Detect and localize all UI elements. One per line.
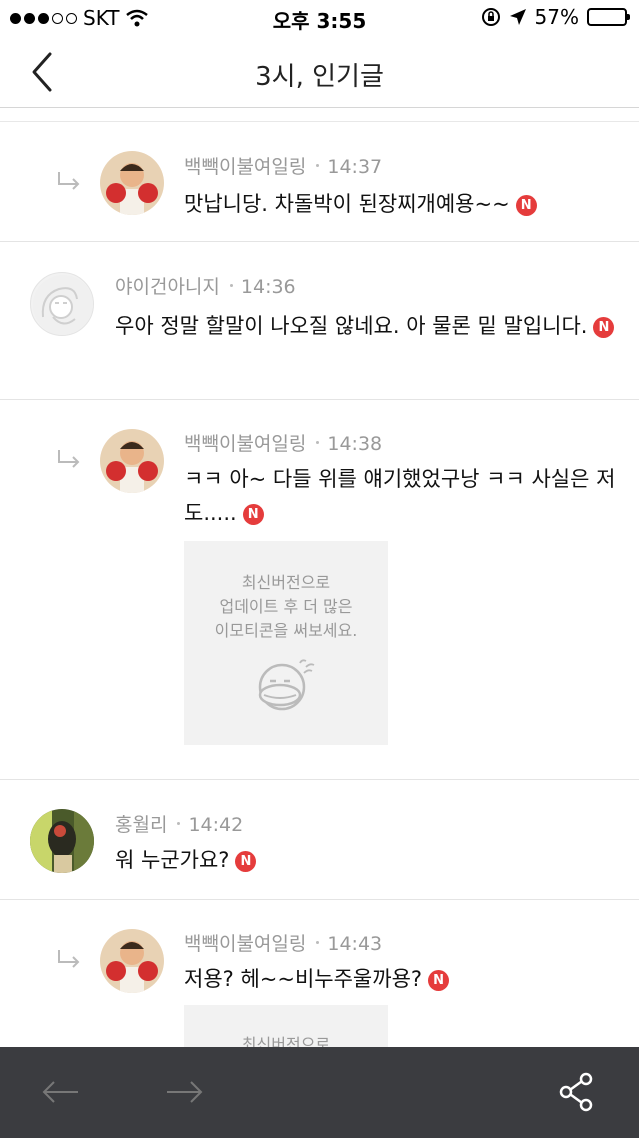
new-badge: N — [242, 504, 264, 525]
comment-text: 맛납니당. 차돌박이 된장찌개예용~~ — [184, 192, 510, 216]
nav-header: 3시, 인기글 — [0, 36, 639, 108]
avatar[interactable] — [100, 929, 164, 993]
emoticon-update-notice: 최신버전으로 업데이트 후 더 많은 이모티콘을 써보세요. — [184, 571, 388, 643]
arrow-left-icon — [42, 1081, 78, 1103]
comment-meta: 야이건아니지 14:36 — [115, 272, 296, 299]
comment-body: ㅋㅋ 아~ 다들 위를 얘기했었구낭 ㅋㅋ 사실은 저도..... N — [184, 462, 617, 530]
bottom-toolbar — [0, 1047, 639, 1138]
emoticon-notice-line: 최신버전으로 — [241, 573, 331, 592]
comment-author[interactable]: 홍월리 — [115, 814, 167, 836]
location-arrow-icon — [509, 9, 526, 25]
new-badge: N — [235, 851, 257, 872]
comment-text: 우아 정말 할말이 나오질 않네요. 아 물론 밑 말입니다. — [115, 314, 588, 338]
back-nav-button[interactable] — [40, 1075, 80, 1109]
default-face-avatar-icon — [33, 275, 93, 335]
status-bar: SKT 오후 3:55 57% — [0, 0, 639, 36]
comment-time: 14:36 — [240, 276, 296, 298]
emoticon-notice-line: 이모티콘을 써보세요. — [214, 621, 358, 640]
comment-author[interactable]: 백빽이불여일링 — [184, 156, 306, 178]
emoticon-notice-line: 최신버전으로 — [241, 1035, 331, 1047]
forward-nav-button[interactable] — [165, 1075, 205, 1109]
comment-author[interactable]: 백빽이불여일링 — [184, 933, 306, 955]
battery-percent: 57% — [534, 5, 579, 29]
emoticon-notice-line: 업데이트 후 더 많은 — [219, 597, 353, 616]
share-button[interactable] — [556, 1071, 598, 1113]
comment-author[interactable]: 야이건아니지 — [115, 276, 220, 298]
boxer-avatar-icon — [100, 929, 164, 993]
avatar[interactable] — [100, 429, 164, 493]
comment-item[interactable]: 백빽이불여일링 14:43 저용? 헤~~비누주울까용? N 최신버전으로 — [0, 900, 639, 1047]
emoticon-placeholder[interactable]: 최신버전으로 — [184, 1005, 388, 1047]
list-top-divider — [0, 109, 639, 122]
avatar[interactable] — [100, 151, 164, 215]
comment-item[interactable]: 백빽이불여일링 14:37 맛납니당. 차돌박이 된장찌개예용~~ N — [0, 122, 639, 242]
comment-body: 맛납니당. 차돌박이 된장찌개예용~~ N — [184, 187, 617, 221]
comment-text: 저용? 헤~~비누주울까용? — [184, 967, 423, 991]
boxer-avatar-icon — [100, 151, 164, 215]
comment-meta: 홍월리 14:42 — [115, 810, 243, 837]
avatar[interactable] — [30, 809, 94, 873]
comment-time: 14:43 — [327, 933, 383, 955]
duck-face-icon — [258, 659, 315, 711]
comment-meta: 백빽이불여일링 14:37 — [184, 152, 382, 179]
boxer-avatar-icon — [100, 429, 164, 493]
comment-item[interactable]: 홍월리 14:42 워 누군가요? N — [0, 780, 639, 900]
comment-text: 워 누군가요? — [115, 848, 230, 872]
reply-arrow-icon — [58, 450, 80, 468]
new-badge: N — [515, 195, 537, 216]
comment-time: 14:38 — [327, 433, 383, 455]
new-badge: N — [593, 317, 615, 338]
emoticon-placeholder[interactable]: 최신버전으로 업데이트 후 더 많은 이모티콘을 써보세요. — [184, 541, 388, 745]
battery-icon — [587, 8, 630, 26]
comment-author[interactable]: 백빽이불여일링 — [184, 433, 306, 455]
new-badge: N — [428, 970, 450, 991]
page-title: 3시, 인기글 — [255, 62, 384, 92]
reply-arrow-icon — [58, 950, 80, 968]
comment-item[interactable]: 야이건아니지 14:36 우아 정말 할말이 나오질 않네요. 아 물론 밑 말입… — [0, 242, 639, 400]
comment-body: 워 누군가요? N — [115, 843, 617, 877]
rotation-lock-icon — [481, 8, 500, 26]
reply-arrow-icon — [58, 172, 80, 190]
comment-meta: 백빽이불여일링 14:43 — [184, 929, 382, 956]
photo-avatar-icon — [30, 809, 94, 873]
status-right: 57% — [481, 5, 630, 29]
comment-body: 우아 정말 할말이 나오질 않네요. 아 물론 밑 말입니다. N — [115, 309, 617, 343]
comment-time: 14:42 — [188, 814, 244, 836]
comment-meta: 백빽이불여일링 14:38 — [184, 429, 382, 456]
arrow-right-icon — [167, 1081, 203, 1103]
comment-list[interactable]: 백빽이불여일링 14:37 맛납니당. 차돌박이 된장찌개예용~~ N 야이건아니지… — [0, 109, 639, 1047]
comment-time: 14:37 — [327, 156, 383, 178]
comment-item[interactable]: 백빽이불여일링 14:38 ㅋㅋ 아~ 다들 위를 얘기했었구낭 ㅋㅋ 사실은 저… — [0, 400, 639, 780]
comment-body: 저용? 헤~~비누주울까용? N — [184, 962, 617, 996]
avatar[interactable] — [30, 272, 94, 336]
share-icon — [559, 1072, 593, 1112]
